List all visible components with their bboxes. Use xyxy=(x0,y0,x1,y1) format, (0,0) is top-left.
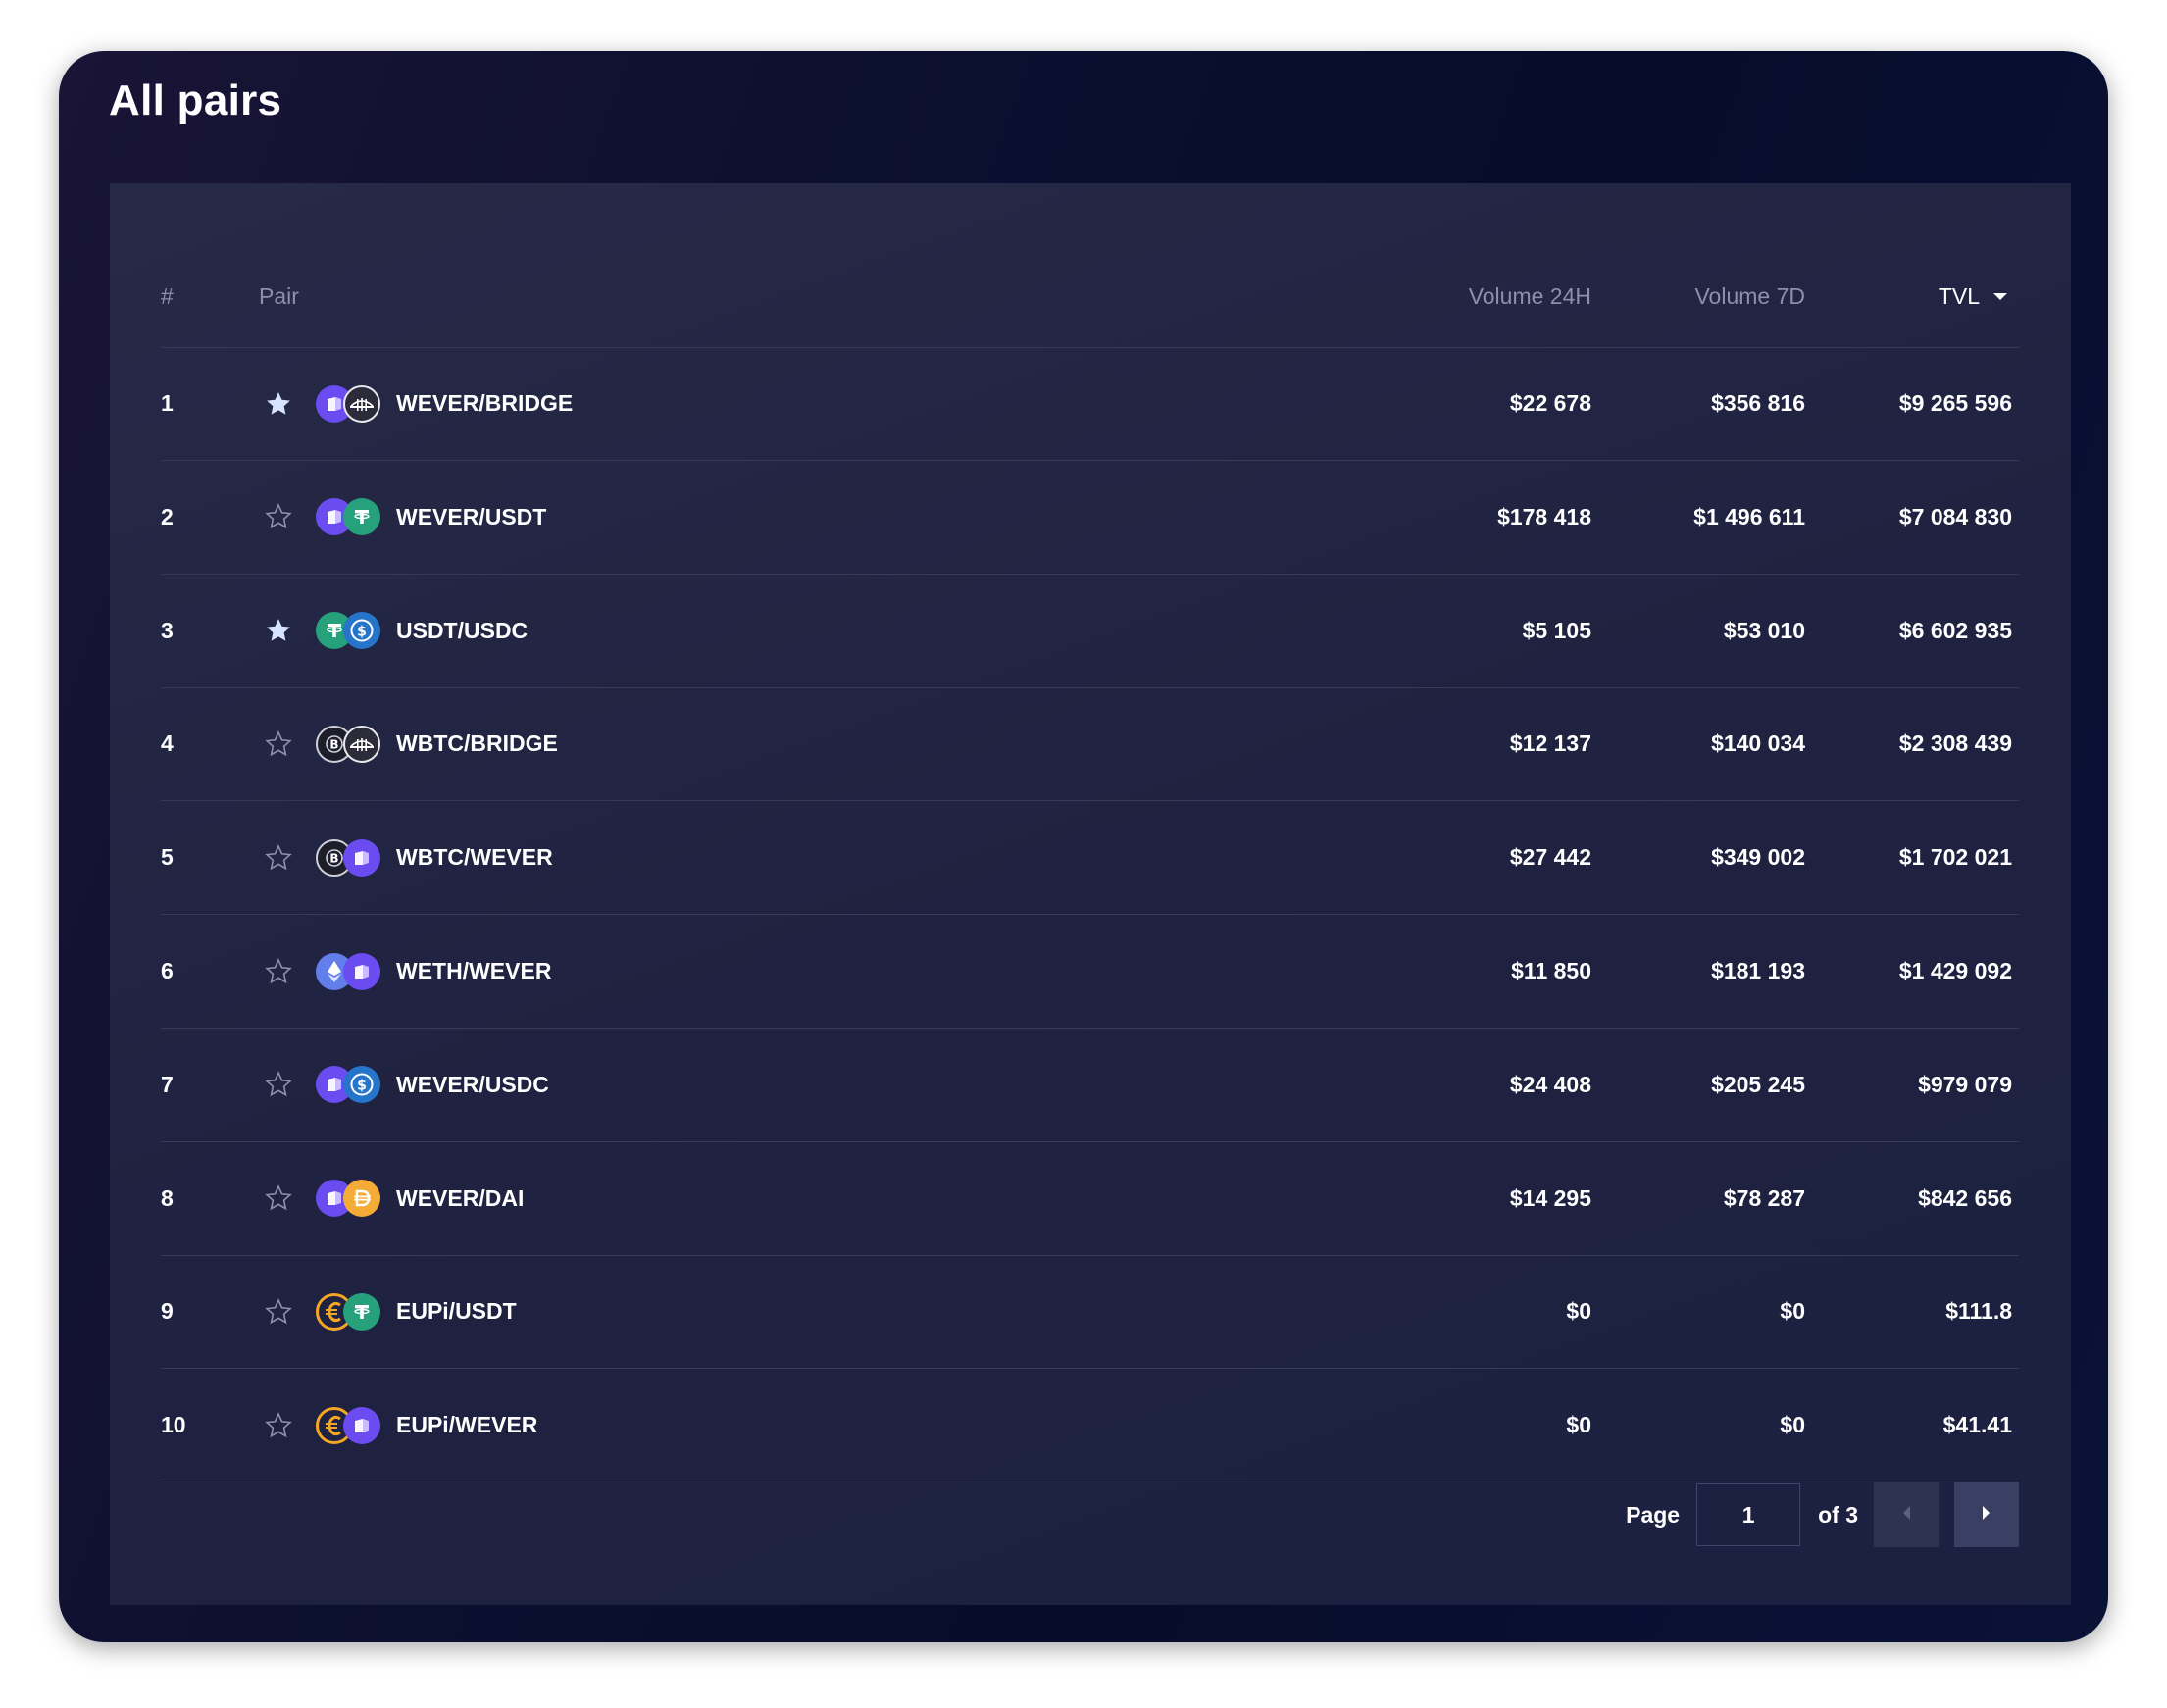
pair-name[interactable]: WBTC/BRIDGE xyxy=(396,730,558,757)
tvl-value: $7 084 830 xyxy=(1898,503,2012,529)
volume-7d-value: $53 010 xyxy=(1723,617,1805,643)
pair-token-icons xyxy=(316,347,384,460)
table-row[interactable]: 2 WEVER/USDT $178 418 $1 496 611 $7 084 … xyxy=(161,461,2019,575)
table-row[interactable]: 10 EUPi/WEVER $0 $0 $41.41 xyxy=(161,1369,2019,1483)
star-outline-icon[interactable] xyxy=(259,1029,298,1141)
table-row[interactable]: 9 EUPi/USDT $0 $0 $111.8 xyxy=(161,1255,2019,1370)
star-outline-icon[interactable] xyxy=(259,687,298,800)
pair-token-icons: $ xyxy=(316,575,384,687)
pair-name[interactable]: WBTC/WEVER xyxy=(396,844,553,871)
chevron-left-icon xyxy=(1900,1505,1912,1526)
pair-name[interactable]: EUPi/USDT xyxy=(396,1298,517,1325)
star-filled-icon[interactable] xyxy=(259,575,298,687)
star-outline-icon[interactable] xyxy=(259,461,298,574)
star-outline-icon[interactable] xyxy=(259,801,298,914)
wever-token-icon xyxy=(316,801,384,914)
pair-token-icons: B xyxy=(316,801,384,914)
pair-name[interactable]: WEVER/BRIDGE xyxy=(396,390,573,417)
pagination: Page of 3 xyxy=(1626,1482,2019,1547)
table-row[interactable]: 8 WEVER/DAI $14 295 $78 287 $842 656 xyxy=(161,1142,2019,1256)
row-rank: 6 xyxy=(161,958,174,983)
table-row[interactable]: 1 WEVER/BRIDGE $22 678 $356 816 $9 265 5… xyxy=(161,347,2019,461)
tvl-value: $1 702 021 xyxy=(1898,844,2012,871)
page-label: Page xyxy=(1626,1501,1681,1528)
star-outline-icon[interactable] xyxy=(259,1369,298,1482)
usdc-token-icon: $ xyxy=(316,575,384,687)
page-title: All pairs xyxy=(109,76,282,125)
column-header-tvl[interactable]: TVL xyxy=(1796,245,2012,347)
table-row[interactable]: 7 $ WEVER/USDC $24 408 $205 245 $979 079 xyxy=(161,1029,2019,1142)
usdt-token-icon xyxy=(316,1255,384,1368)
pairs-table: # Pair Volume 24H Volume 7D TVL 1 WEVER/… xyxy=(110,183,2071,1605)
row-rank: 3 xyxy=(161,617,174,643)
pair-name[interactable]: WEVER/USDC xyxy=(396,1072,549,1098)
previous-page-button[interactable] xyxy=(1874,1482,1939,1547)
tvl-value: $979 079 xyxy=(1918,1071,2012,1097)
pair-name[interactable]: USDT/USDC xyxy=(396,618,528,644)
tvl-value: $1 429 092 xyxy=(1898,958,2012,983)
pair-token-icons xyxy=(316,1255,384,1368)
all-pairs-window: All pairs # Pair Volume 24H Volume 7D TV… xyxy=(59,51,2108,1642)
dai-token-icon xyxy=(316,1142,384,1255)
bridge-token-icon xyxy=(316,347,384,460)
bridge-token-icon xyxy=(316,687,384,800)
table-row[interactable]: 4 B WBTC/BRIDGE $12 137 $140 034 $2 308 … xyxy=(161,687,2019,802)
tvl-value: $6 602 935 xyxy=(1898,617,2012,643)
row-rank: 9 xyxy=(161,1298,174,1325)
star-outline-icon[interactable] xyxy=(259,915,298,1028)
usdt-token-icon xyxy=(316,461,384,574)
column-header-volume-7d[interactable]: Volume 7D xyxy=(1550,245,1805,347)
pair-name[interactable]: WEVER/USDT xyxy=(396,504,546,530)
svg-text:$: $ xyxy=(357,1079,367,1094)
pair-token-icons xyxy=(316,461,384,574)
pair-name[interactable]: WETH/WEVER xyxy=(396,958,551,984)
svg-text:$: $ xyxy=(357,625,367,640)
table-header: # Pair Volume 24H Volume 7D TVL xyxy=(161,245,2019,348)
tvl-value: $41.41 xyxy=(1942,1412,2012,1438)
star-outline-icon[interactable] xyxy=(259,1255,298,1368)
volume-7d-value: $349 002 xyxy=(1711,844,1805,871)
wever-token-icon xyxy=(316,915,384,1028)
row-rank: 2 xyxy=(161,503,174,529)
tvl-value: $842 656 xyxy=(1918,1184,2012,1211)
row-rank: 5 xyxy=(161,844,174,871)
table-row[interactable]: 3 $ USDT/USDC $5 105 $53 010 $6 602 935 xyxy=(161,575,2019,688)
star-outline-icon[interactable] xyxy=(259,1142,298,1255)
row-rank: 10 xyxy=(161,1412,186,1438)
volume-7d-value: $1 496 611 xyxy=(1693,503,1805,529)
page-count-label: of 3 xyxy=(1818,1501,1858,1528)
column-header-num: # xyxy=(161,282,174,309)
column-header-tvl-label: TVL xyxy=(1938,282,1980,309)
wever-token-icon xyxy=(316,1369,384,1482)
tvl-value: $2 308 439 xyxy=(1898,730,2012,757)
star-filled-icon[interactable] xyxy=(259,347,298,460)
tvl-value: $9 265 596 xyxy=(1898,390,2012,416)
pair-token-icons xyxy=(316,915,384,1028)
volume-7d-value: $78 287 xyxy=(1723,1184,1805,1211)
row-rank: 1 xyxy=(161,390,174,416)
sort-descending-icon xyxy=(1993,292,2007,300)
volume-7d-value: $140 034 xyxy=(1711,730,1805,757)
chevron-right-icon xyxy=(1981,1505,1992,1526)
pair-token-icons xyxy=(316,1142,384,1255)
column-header-pair: Pair xyxy=(259,282,299,309)
pair-name[interactable]: EUPi/WEVER xyxy=(396,1412,537,1438)
row-rank: 4 xyxy=(161,730,174,757)
volume-7d-value: $181 193 xyxy=(1711,958,1805,983)
pair-token-icons xyxy=(316,1369,384,1482)
usdc-token-icon: $ xyxy=(316,1029,384,1141)
row-rank: 7 xyxy=(161,1071,174,1097)
pair-token-icons: B xyxy=(316,687,384,800)
page-number-input[interactable] xyxy=(1696,1483,1801,1546)
table-row[interactable]: 6 WETH/WEVER $11 850 $181 193 $1 429 092 xyxy=(161,915,2019,1029)
next-page-button[interactable] xyxy=(1954,1482,2019,1547)
volume-7d-value: $356 816 xyxy=(1711,390,1805,416)
table-row[interactable]: 5 B WBTC/WEVER $27 442 $349 002 $1 702 0… xyxy=(161,801,2019,916)
pair-token-icons: $ xyxy=(316,1029,384,1141)
tvl-value: $111.8 xyxy=(1945,1298,2012,1325)
volume-7d-value: $205 245 xyxy=(1711,1071,1805,1097)
row-rank: 8 xyxy=(161,1184,174,1211)
pair-name[interactable]: WEVER/DAI xyxy=(396,1185,524,1212)
